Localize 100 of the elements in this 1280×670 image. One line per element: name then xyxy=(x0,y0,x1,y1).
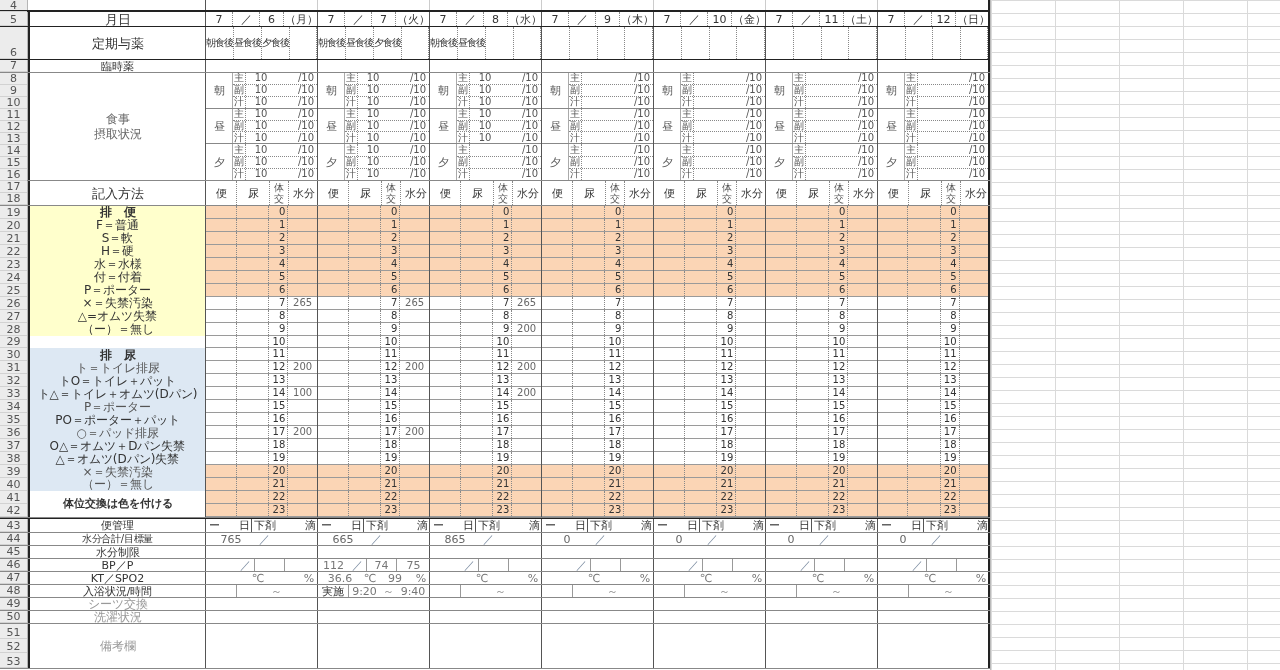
water-total: 0 xyxy=(898,533,908,545)
hour-number: 23 xyxy=(608,504,622,515)
amount-eaten: 10 xyxy=(366,96,380,108)
column-header: 水分 xyxy=(851,185,876,202)
row-label: 臨時薬 xyxy=(28,60,206,72)
water-amount: 100 xyxy=(293,388,313,399)
date-day: 8 xyxy=(492,13,499,25)
hour-number: 7 xyxy=(614,297,622,308)
hour-number: 19 xyxy=(832,453,846,464)
hour-number: 10 xyxy=(720,336,734,347)
amount-total: /10 xyxy=(520,144,539,155)
column-header: 体交 xyxy=(946,182,956,204)
dish-type: 主 xyxy=(681,73,694,84)
dish-type: 副 xyxy=(905,156,918,168)
hour-number: 22 xyxy=(272,491,286,502)
dish-type: 副 xyxy=(233,84,246,96)
dose-timing: 朝食後 xyxy=(430,38,457,48)
dish-type: 副 xyxy=(345,84,358,96)
amount-total: /10 xyxy=(296,157,315,168)
amount-eaten: 10 xyxy=(366,84,380,96)
hour-number: 1 xyxy=(950,219,957,230)
dish-type: 副 xyxy=(793,84,806,96)
legend-entry: ○＝パッド排尿 xyxy=(30,426,205,440)
hour-number: 11 xyxy=(272,349,286,360)
hour-number: 20 xyxy=(832,466,846,477)
hour-number: 8 xyxy=(838,310,846,321)
dish-type: 主 xyxy=(457,73,470,84)
hour-number: 12 xyxy=(272,362,286,373)
amount-total: /10 xyxy=(408,144,427,155)
dish-type: 主 xyxy=(345,108,358,120)
hour-number: 11 xyxy=(943,349,957,360)
hour-number: 4 xyxy=(502,258,510,269)
row-number: 47 xyxy=(0,572,27,584)
hour-number: 22 xyxy=(384,491,398,502)
amount-total: /10 xyxy=(632,132,651,143)
hour-number: 21 xyxy=(832,479,846,489)
hour-number: 8 xyxy=(278,310,286,321)
dish-type: 副 xyxy=(905,120,918,132)
column-header: 水分 xyxy=(291,185,316,202)
hour-number: 22 xyxy=(608,491,622,502)
dose-timing: 朝食後 xyxy=(318,38,345,48)
amount-total: /10 xyxy=(632,97,651,108)
hour-number: 8 xyxy=(950,310,957,321)
hour-number: 2 xyxy=(838,232,846,243)
amount-total: /10 xyxy=(408,157,427,168)
meal-label: 昼 xyxy=(654,108,681,144)
amount-total: /10 xyxy=(632,85,651,96)
amount-total: /10 xyxy=(520,73,539,84)
slash: ／ xyxy=(911,559,924,571)
hour-number: 5 xyxy=(278,271,286,282)
dose-timing: 夕食後 xyxy=(374,38,401,48)
slash: ／ xyxy=(687,559,700,571)
date-separator: ／ xyxy=(576,13,588,25)
row-number: 26 xyxy=(0,296,27,310)
amount-total: /10 xyxy=(967,132,986,143)
hour-number: 17 xyxy=(384,427,398,438)
row-label: シーツ交換 xyxy=(28,598,206,610)
column-header: 便 xyxy=(430,181,461,205)
row-number: 50 xyxy=(0,611,27,623)
hour-number: 15 xyxy=(608,401,622,412)
water-amount: 200 xyxy=(517,362,537,373)
hour-number: 10 xyxy=(496,336,510,347)
meal-label: 夕 xyxy=(206,144,233,180)
amount-total: /10 xyxy=(967,157,986,168)
dish-type: 主 xyxy=(569,108,582,120)
bowel-field: 滴 xyxy=(512,519,542,532)
row-number: 35 xyxy=(0,413,27,427)
amount-eaten: 10 xyxy=(478,108,492,120)
meal-label: 昼 xyxy=(542,108,569,144)
bowel-field: 日 xyxy=(462,519,476,532)
dish-type: 主 xyxy=(681,108,694,120)
hour-number: 9 xyxy=(614,323,622,334)
amount-eaten: 10 xyxy=(254,96,268,108)
legend-entry: P＝ポーター xyxy=(30,400,205,414)
hour-number: 19 xyxy=(384,453,398,464)
hour-number: 1 xyxy=(614,219,622,230)
hour-number: 14 xyxy=(496,388,510,399)
weekday: （火） xyxy=(396,13,430,25)
dish-type: 副 xyxy=(233,120,246,132)
column-header: 便 xyxy=(878,181,909,205)
meal-label: 夕 xyxy=(766,144,793,180)
amount-total: /10 xyxy=(520,85,539,96)
row-number: 46 xyxy=(0,559,27,571)
bowel-field: ー xyxy=(542,519,574,532)
systolic-value: 112 xyxy=(323,559,344,571)
hour-number: 1 xyxy=(278,219,286,230)
hour-number: 7 xyxy=(278,297,286,308)
hour-number: 2 xyxy=(502,232,510,243)
bowel-field: 下剤 xyxy=(252,519,288,532)
dish-type: 汁 xyxy=(905,132,918,144)
bowel-field: ー xyxy=(430,519,462,532)
amount-total: /10 xyxy=(520,121,539,131)
date-separator: ／ xyxy=(912,13,924,25)
amount-total: /10 xyxy=(744,97,763,108)
amount-eaten: 10 xyxy=(478,72,492,84)
dish-type: 副 xyxy=(569,120,582,132)
hour-number: 13 xyxy=(272,375,286,386)
weekday: （水） xyxy=(508,13,542,25)
temperature-value: 36.6 xyxy=(327,572,353,584)
amount-eaten: 10 xyxy=(254,72,268,84)
